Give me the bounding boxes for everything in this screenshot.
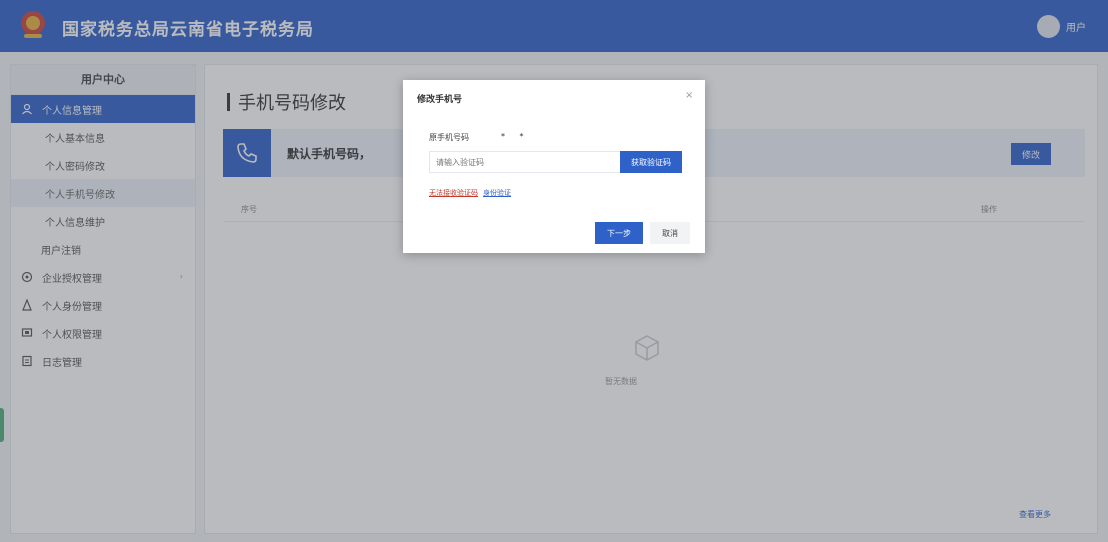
masked-phone: * *: [501, 132, 530, 141]
modal-title: 修改手机号: [417, 95, 463, 105]
change-phone-modal: 修改手机号 × 原手机号码 * * 获取验证码 无法接收验证码 身份验证 下一步…: [403, 80, 705, 253]
field-label: 原手机号码: [429, 133, 469, 142]
next-button[interactable]: 下一步: [595, 222, 643, 244]
get-code-button[interactable]: 获取验证码: [620, 151, 682, 173]
identity-verify-link[interactable]: 身份验证: [483, 188, 511, 198]
close-icon[interactable]: ×: [685, 90, 693, 101]
cancel-button[interactable]: 取消: [650, 222, 690, 244]
verification-code-input[interactable]: [429, 151, 621, 173]
cannot-receive-link[interactable]: 无法接收验证码: [429, 188, 478, 198]
